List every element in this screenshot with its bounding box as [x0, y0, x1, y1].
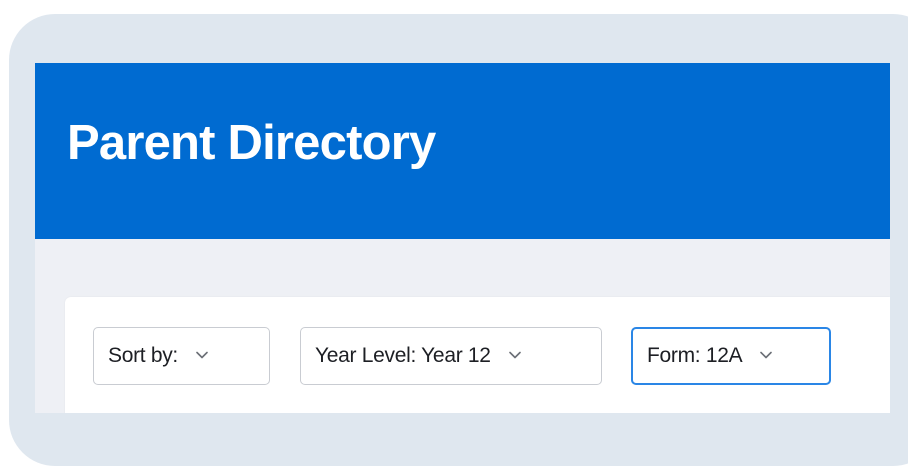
page-header: Parent Directory: [35, 63, 890, 239]
chevron-down-icon: [196, 349, 208, 361]
filter-bar: Sort by: Year Level: Year 12 Form: 12A: [65, 297, 890, 413]
page-title: Parent Directory: [67, 116, 436, 170]
chevron-down-icon: [760, 349, 773, 361]
year-level-label: Year Level: Year 12: [315, 344, 491, 367]
sort-by-label: Sort by:: [108, 344, 178, 367]
chevron-down-icon: [508, 349, 521, 361]
app-window: Parent Directory Sort by: Year Level: Ye…: [35, 63, 890, 413]
year-level-dropdown[interactable]: Year Level: Year 12: [300, 327, 602, 385]
form-dropdown[interactable]: Form: 12A: [631, 327, 831, 385]
form-label: Form: 12A: [647, 344, 743, 367]
sort-by-dropdown[interactable]: Sort by:: [93, 327, 270, 385]
